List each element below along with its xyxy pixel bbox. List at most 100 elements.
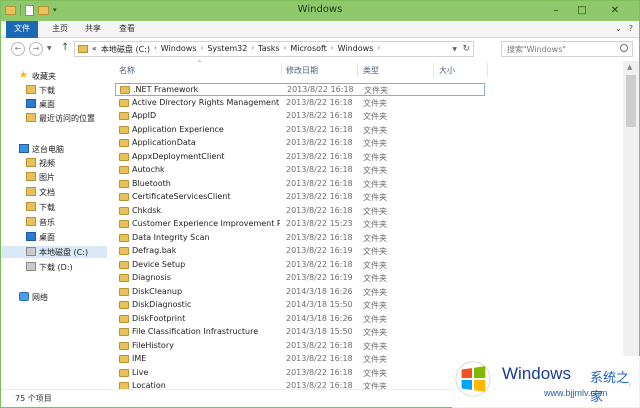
file-row[interactable]: Application Experience 2013/8/22 16:18 文件夹 (115, 124, 485, 137)
file-row[interactable]: File Classification Infrastructure 2014/3… (115, 326, 485, 339)
column-size[interactable]: 大小 (439, 65, 455, 76)
file-row[interactable]: FileHistory 2013/8/22 16:18 文件夹 (115, 340, 485, 353)
column-divider[interactable] (487, 63, 488, 77)
chevron-right-icon[interactable]: › (251, 44, 254, 55)
breadcrumb-overflow[interactable]: « (92, 44, 97, 55)
file-row[interactable]: Diagnosis 2013/8/22 16:19 文件夹 (115, 272, 485, 285)
column-name[interactable]: 名称 (119, 65, 135, 76)
nav-pc-downloads[interactable]: 下载 (1, 201, 107, 213)
file-row[interactable]: Live 2013/8/22 16:18 文件夹 (115, 367, 485, 380)
column-date[interactable]: 修改日期 (286, 65, 318, 76)
file-row[interactable]: Device Setup 2013/8/22 16:18 文件夹 (115, 259, 485, 272)
breadcrumb: « 本地磁盘 (C:) › Windows › System32 › Tasks… (92, 44, 384, 55)
tab-share[interactable]: 共享 (76, 21, 110, 38)
chevron-right-icon[interactable]: › (201, 44, 204, 55)
file-row[interactable]: Chkdsk 2013/8/22 16:18 文件夹 (115, 205, 485, 218)
chevron-right-icon[interactable]: › (284, 44, 287, 55)
column-divider[interactable] (433, 63, 434, 77)
file-name: Device Setup (132, 259, 186, 269)
file-type: 文件夹 (363, 260, 387, 270)
recent-locations-icon[interactable]: ▼ (47, 45, 52, 52)
nav-pictures[interactable]: 图片 (1, 171, 107, 183)
minimize-button[interactable]: – (543, 3, 569, 19)
file-name: DiskFootprint (132, 313, 186, 323)
column-type[interactable]: 类型 (363, 65, 379, 76)
file-row[interactable]: Active Directory Rights Management ... 20… (115, 97, 485, 110)
file-row[interactable]: CertificateServicesClient 2013/8/22 16:18… (115, 191, 485, 204)
nav-this-pc[interactable]: 这台电脑 (1, 143, 107, 155)
address-bar[interactable]: « 本地磁盘 (C:) › Windows › System32 › Tasks… (74, 41, 474, 57)
window-controls: – □ ✕ (543, 3, 635, 19)
forward-button[interactable]: → (29, 42, 43, 56)
download-folder-icon (26, 85, 36, 94)
desktop-icon (26, 99, 36, 108)
help-icon[interactable]: ? (629, 24, 633, 33)
chevron-right-icon[interactable]: › (331, 44, 334, 55)
watermark: Windows 系统之家 www.bjjmlv.com (452, 356, 640, 408)
address-row: ← → ▼ ↑ « 本地磁盘 (C:) › Windows › System32… (1, 38, 639, 60)
close-button[interactable]: ✕ (595, 3, 635, 19)
file-row[interactable]: Bluetooth 2013/8/22 16:18 文件夹 (115, 178, 485, 191)
file-row[interactable]: Defrag.bak 2013/8/22 16:19 文件夹 (115, 245, 485, 258)
file-row[interactable]: Autochk 2013/8/22 16:18 文件夹 (115, 164, 485, 177)
file-date: 2013/8/22 16:18 (286, 367, 353, 377)
file-name: Active Directory Rights Management ... (132, 97, 280, 107)
chevron-down-icon[interactable]: ⌄ (615, 24, 622, 33)
file-row[interactable]: DiskCleanup 2014/3/18 16:26 文件夹 (115, 286, 485, 299)
breadcrumb-item[interactable]: 本地磁盘 (C:) (101, 44, 150, 55)
column-divider[interactable] (281, 63, 282, 77)
file-row[interactable]: AppxDeploymentClient 2013/8/22 16:18 文件夹 (115, 151, 485, 164)
file-date: 2013/8/22 16:19 (286, 273, 353, 282)
file-date: 2014/3/18 16:26 (286, 286, 353, 296)
nav-desktop[interactable]: 桌面 (1, 98, 107, 110)
nav-documents[interactable]: 文档 (1, 186, 107, 198)
file-row[interactable]: AppID 2013/8/22 16:18 文件夹 (115, 110, 485, 123)
search-input[interactable]: 搜索"Windows" (501, 41, 633, 57)
file-row[interactable]: Data Integrity Scan 2013/8/22 16:18 文件夹 (115, 232, 485, 245)
breadcrumb-item[interactable]: System32 (207, 44, 247, 55)
file-row[interactable]: ApplicationData 2013/8/22 16:18 文件夹 (115, 137, 485, 150)
breadcrumb-item[interactable]: Microsoft (290, 44, 326, 55)
maximize-button[interactable]: □ (569, 3, 595, 19)
nav-local-disk-c[interactable]: 本地磁盘 (C:) (1, 246, 107, 258)
tab-view[interactable]: 查看 (110, 21, 144, 38)
nav-downloads[interactable]: 下载 (1, 84, 107, 96)
file-date: 2013/8/22 16:18 (286, 151, 353, 161)
file-date: 2013/8/22 16:18 (286, 165, 353, 174)
file-date: 2013/8/22 16:18 (287, 85, 354, 94)
nav-music[interactable]: 音乐 (1, 216, 107, 228)
breadcrumb-item[interactable]: Windows (338, 44, 374, 55)
file-row[interactable]: .NET Framework 2013/8/22 16:18 文件夹 (115, 83, 485, 96)
file-row[interactable]: DiskFootprint 2014/3/18 16:26 文件夹 (115, 313, 485, 326)
scroll-up-icon[interactable]: ▲ (627, 63, 632, 71)
file-name: File Classification Infrastructure (132, 327, 259, 336)
tab-file[interactable]: 文件 (6, 21, 38, 38)
address-history-icon[interactable]: ▼ (452, 46, 457, 53)
file-row[interactable]: Customer Experience Improvement P... 2013… (115, 218, 485, 231)
nav-favorites[interactable]: ★ 收藏夹 (1, 70, 107, 82)
chevron-right-icon[interactable]: › (377, 44, 380, 55)
breadcrumb-item[interactable]: Windows (161, 44, 197, 55)
nav-pc-desktop[interactable]: 桌面 (1, 231, 107, 243)
file-row[interactable]: DiskDiagnostic 2014/3/18 15:50 文件夹 (115, 299, 485, 312)
breadcrumb-item[interactable]: Tasks (258, 44, 279, 55)
file-type: 文件夹 (363, 179, 387, 189)
nav-disk-d[interactable]: 下载 (D:) (1, 261, 107, 273)
tab-home[interactable]: 主页 (43, 21, 77, 38)
file-date: 2013/8/22 16:18 (286, 178, 353, 188)
back-button[interactable]: ← (11, 42, 25, 56)
up-button[interactable]: ↑ (61, 42, 69, 53)
nav-videos[interactable]: 视频 (1, 157, 107, 169)
file-date: 2013/8/22 16:18 (286, 340, 353, 350)
nav-recent-places[interactable]: 最近访问的位置 (1, 112, 107, 124)
file-row[interactable]: IME 2013/8/22 16:18 文件夹 (115, 353, 485, 366)
column-divider[interactable] (357, 63, 358, 77)
scrollbar-thumb[interactable] (626, 75, 636, 127)
vertical-scrollbar[interactable]: ▲ ▼ (623, 61, 639, 391)
sort-ascending-icon: ^ (197, 60, 203, 67)
file-type: 文件夹 (363, 193, 387, 202)
chevron-right-icon[interactable]: › (154, 44, 157, 55)
file-date: 2013/8/22 16:18 (286, 97, 353, 107)
nav-network[interactable]: 网络 (1, 291, 107, 303)
refresh-icon[interactable]: ↻ (462, 44, 470, 54)
